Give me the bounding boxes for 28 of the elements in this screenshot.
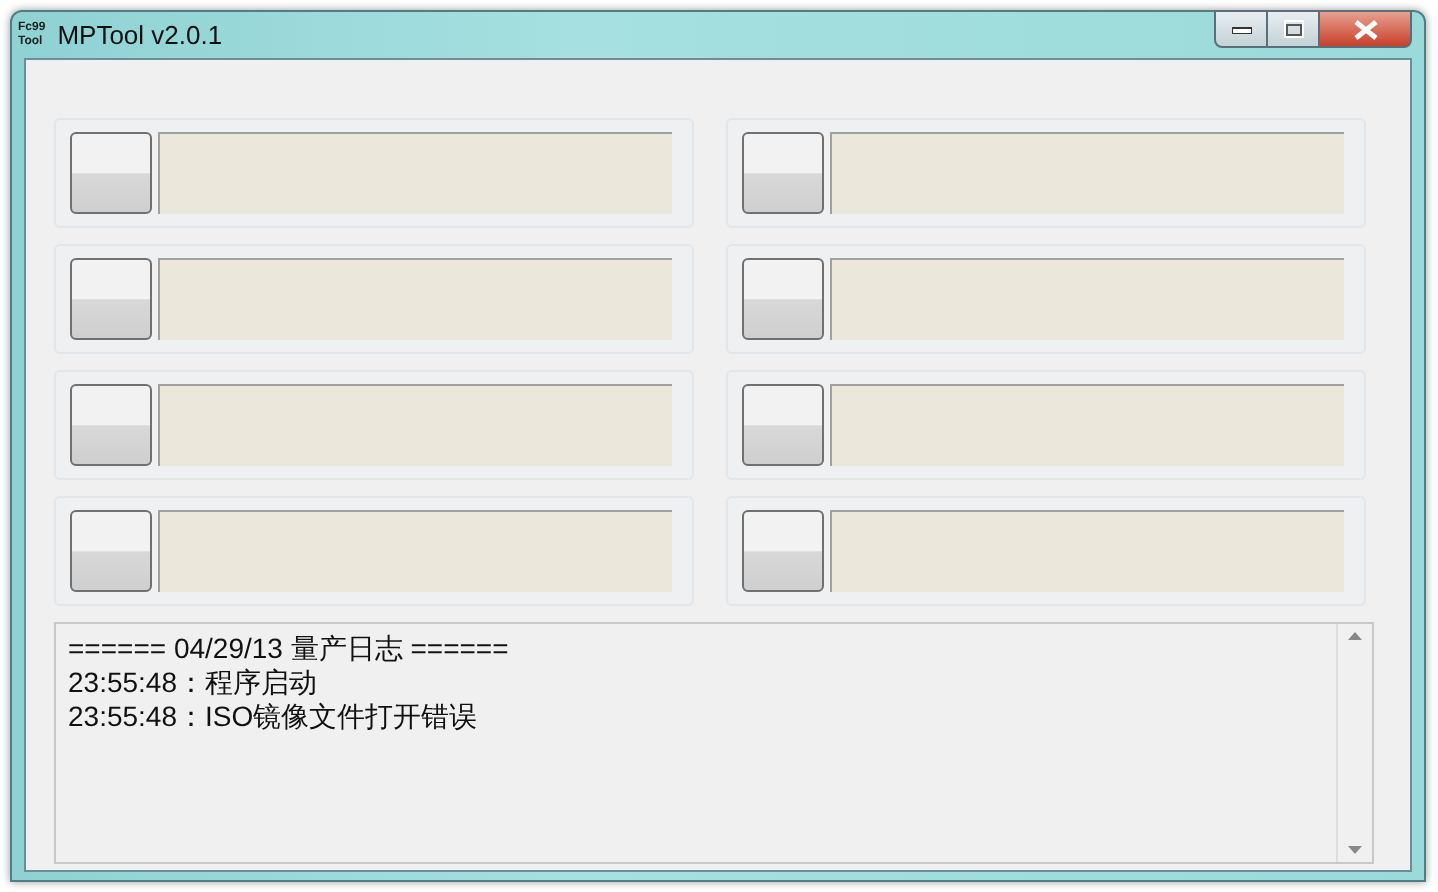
port-button[interactable] bbox=[742, 384, 824, 466]
port-button[interactable] bbox=[70, 132, 152, 214]
status-field[interactable] bbox=[830, 510, 1344, 592]
maximize-icon bbox=[1283, 20, 1303, 38]
close-button[interactable] bbox=[1320, 10, 1412, 48]
port-button[interactable] bbox=[742, 132, 824, 214]
status-field[interactable] bbox=[158, 510, 672, 592]
minimize-icon bbox=[1231, 25, 1251, 33]
maximize-button[interactable] bbox=[1268, 10, 1320, 48]
port-button[interactable] bbox=[70, 510, 152, 592]
status-field[interactable] bbox=[830, 384, 1344, 466]
minimize-button[interactable] bbox=[1214, 10, 1268, 48]
status-field[interactable] bbox=[830, 258, 1344, 340]
log-line: 23:55:48：ISO镜像文件打开错误 bbox=[68, 700, 480, 734]
port-button[interactable] bbox=[742, 258, 824, 340]
log-line: 23:55:48：程序启动 bbox=[68, 666, 319, 700]
status-field[interactable] bbox=[830, 132, 1344, 214]
status-field[interactable] bbox=[158, 258, 672, 340]
port-button[interactable] bbox=[70, 384, 152, 466]
status-field[interactable] bbox=[158, 132, 672, 214]
scroll-up-icon[interactable] bbox=[1348, 632, 1362, 640]
port-button[interactable] bbox=[742, 510, 824, 592]
port-button[interactable] bbox=[70, 258, 152, 340]
close-icon bbox=[1353, 19, 1377, 39]
window-title: MPTool v2.0.1 bbox=[57, 17, 223, 54]
status-field[interactable] bbox=[158, 384, 672, 466]
log-line: ====== 04/29/13 量产日志 ====== bbox=[68, 632, 511, 666]
scroll-down-icon[interactable] bbox=[1348, 846, 1362, 854]
